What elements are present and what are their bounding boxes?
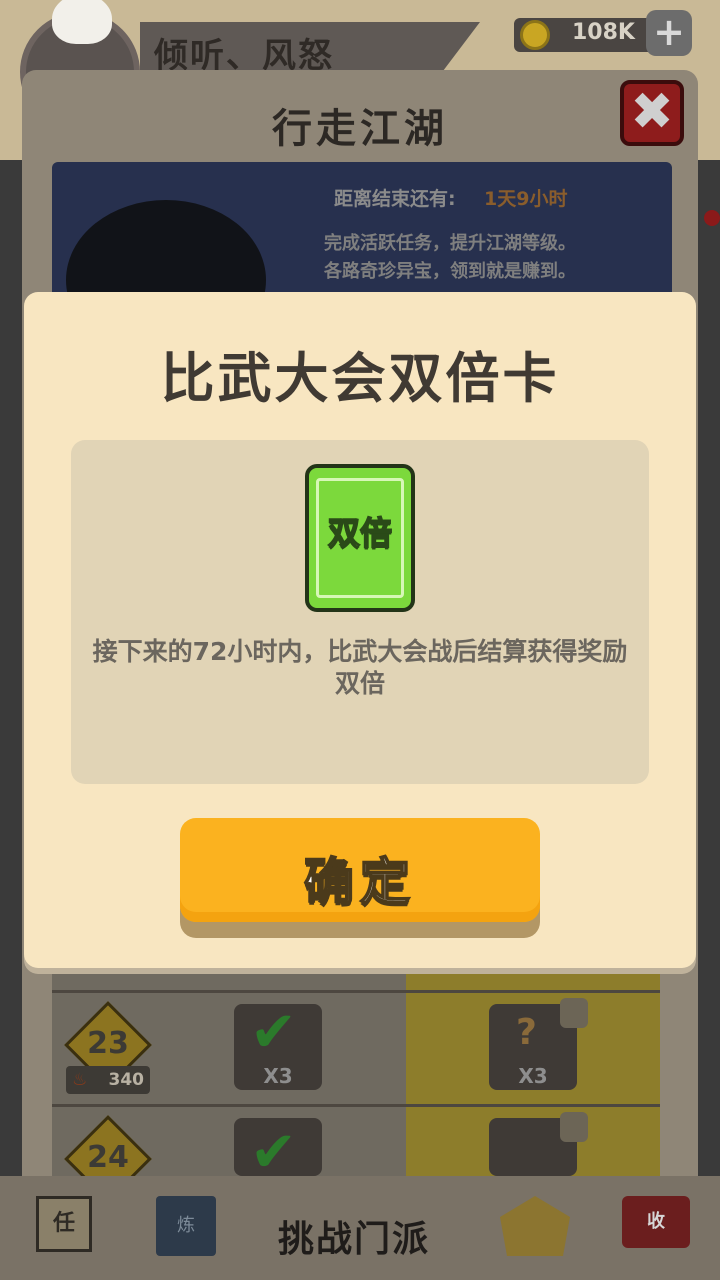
confirm-button-label: 确定 bbox=[303, 852, 416, 912]
card-label: 双倍 bbox=[327, 513, 393, 553]
modal-description: 接下来的72小时内，比武大会战后结算获得奖励双倍 bbox=[92, 637, 628, 698]
modal-title: 比武大会双倍卡 bbox=[160, 347, 560, 410]
